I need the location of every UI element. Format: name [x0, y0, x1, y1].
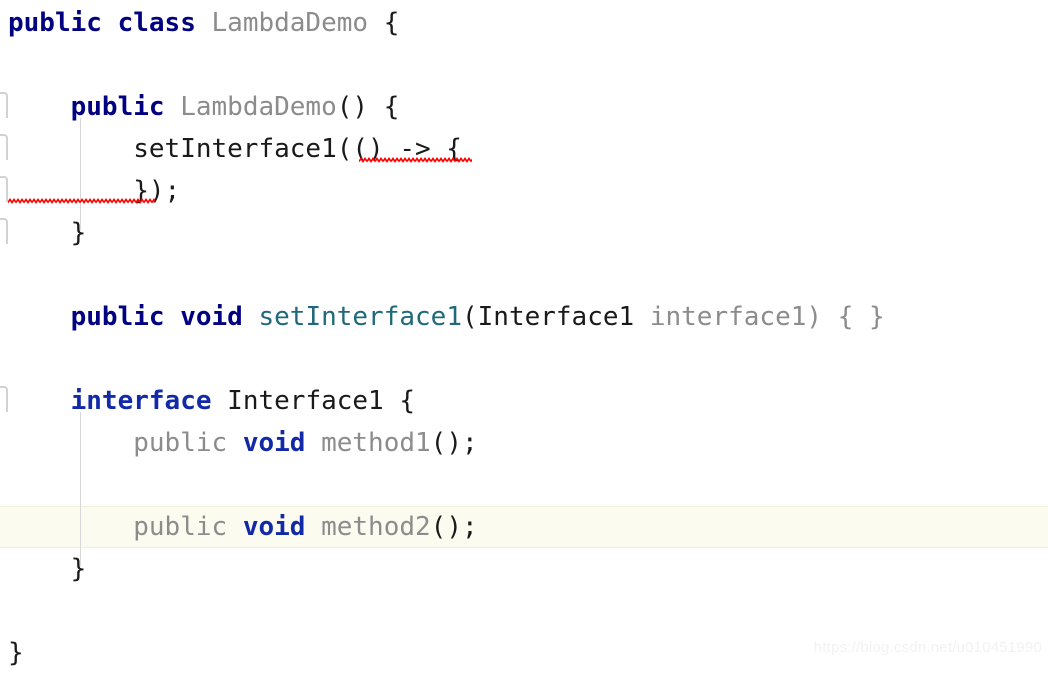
code-content[interactable]: public class LambdaDemo { public LambdaD… — [0, 0, 1048, 668]
code-line-9[interactable] — [8, 338, 1048, 380]
code-line-14[interactable]: } — [8, 548, 1048, 590]
code-token: LambdaDemo — [211, 8, 369, 38]
code-token: public — [70, 92, 165, 122]
code-token: public — [133, 512, 228, 542]
code-token: setInterface1 — [258, 302, 462, 332]
lambda-arrow-error — [359, 157, 472, 163]
code-line-7[interactable] — [8, 254, 1048, 296]
code-line-12[interactable] — [8, 464, 1048, 506]
code-token: public — [8, 8, 102, 38]
closing-paren-error — [8, 198, 155, 204]
code-token: public — [70, 302, 165, 332]
code-token: LambdaDemo — [180, 92, 337, 122]
code-token: (); — [430, 512, 478, 542]
code-token: void — [242, 512, 306, 542]
code-line-13[interactable]: public void method2(); — [8, 506, 1048, 548]
code-editor[interactable]: public class LambdaDemo { public LambdaD… — [0, 0, 1048, 668]
code-line-5[interactable]: }); — [8, 170, 1048, 212]
code-token: method2 — [321, 512, 431, 542]
code-token: Interface1 — [227, 386, 384, 416]
code-token: void — [242, 428, 306, 458]
code-token: () { — [336, 92, 400, 122]
code-token: Interface1 — [477, 302, 635, 332]
code-line-8[interactable]: public void setInterface1(Interface1 int… — [8, 296, 1048, 338]
code-token: ( — [461, 302, 478, 332]
code-line-1[interactable]: public class LambdaDemo { — [8, 2, 1048, 44]
code-line-10[interactable]: interface Interface1 { — [8, 380, 1048, 422]
code-token: } — [70, 554, 87, 584]
code-token: { — [383, 386, 416, 416]
code-token: { — [368, 8, 400, 38]
code-token: ) { } — [806, 302, 885, 332]
code-token: void — [180, 302, 243, 332]
code-token: interface1 — [649, 302, 807, 332]
code-token: class — [117, 8, 196, 38]
watermark-url: https://blog.csdn.net/u010451990 — [813, 639, 1042, 656]
code-token: interface — [70, 386, 212, 416]
code-line-2[interactable] — [8, 44, 1048, 86]
code-line-4[interactable]: setInterface1(() -> { — [8, 128, 1048, 170]
code-line-11[interactable]: public void method1(); — [8, 422, 1048, 464]
code-token: (); — [430, 428, 478, 458]
code-token: method1 — [321, 428, 431, 458]
code-line-3[interactable]: public LambdaDemo() { — [8, 86, 1048, 128]
code-line-6[interactable]: } — [8, 212, 1048, 254]
code-token: public — [133, 428, 228, 458]
code-line-15[interactable] — [8, 590, 1048, 632]
code-token: } — [70, 218, 87, 248]
